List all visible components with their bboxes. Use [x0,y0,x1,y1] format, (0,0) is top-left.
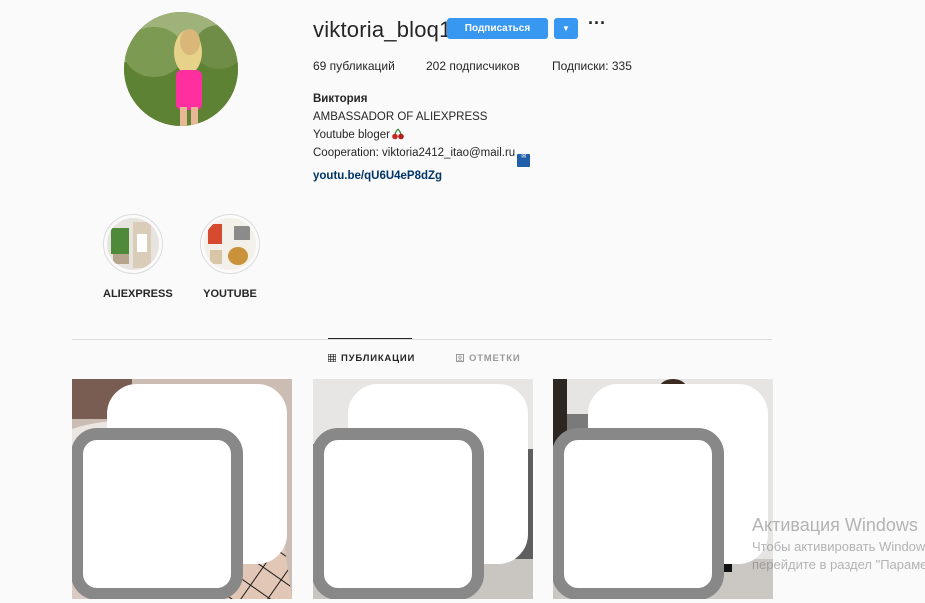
tagged-person-icon [456,354,464,362]
highlight-youtube[interactable]: YOUTUBE [200,214,260,300]
tab-tagged[interactable]: ОТМЕТКИ [456,353,520,364]
tab-tagged-label: ОТМЕТКИ [469,353,521,364]
watermark-line-3: перейдите в раздел "Параметры". [752,557,925,572]
windows-activation-watermark: Активация Windows Чтобы активировать Win… [752,515,925,572]
more-options-button[interactable]: ··· [588,13,606,34]
bio-name: Виктория [313,93,368,105]
bio-line-youtube: Youtube bloger [313,126,530,144]
multiple-photos-icon [553,384,768,599]
post-thumbnail[interactable] [72,379,292,599]
watermark-title: Активация Windows [752,515,918,535]
profile-avatar[interactable] [124,12,238,126]
more-dots-icon: ··· [588,13,606,33]
highlight-cover [103,214,163,274]
highlight-cover [200,214,260,274]
highlight-label: YOUTUBE [203,288,257,300]
highlight-aliexpress[interactable]: ALIEXPRESS [103,214,173,300]
highlight-label: ALIEXPRESS [103,288,173,300]
tab-posts[interactable]: ПУБЛИКАЦИИ [328,353,415,364]
bio-external-link[interactable]: youtu.be/qU6U4eP8dZg [313,167,530,185]
profile-username: viktoria_bloq1 [313,17,452,42]
suggestions-dropdown-button[interactable]: ▼ [554,18,578,39]
followers-count[interactable]: 202 подписчиков [426,59,520,73]
envelope-arrow-emoji-icon: ✉ [517,154,531,167]
bio-line-youtube-text: Youtube bloger [313,129,390,141]
highlight-aliexpress-image [107,218,159,270]
following-count[interactable]: Подписки: 335 [552,59,632,73]
active-tab-indicator [328,338,412,339]
follow-button[interactable]: Подписаться [447,18,548,39]
watermark-line-2: Чтобы активировать Windows, [752,539,925,554]
bio-line-ambassador: AMBASSADOR OF ALIEXPRESS [313,111,488,123]
post-thumbnail[interactable] [313,379,533,599]
multiple-photos-icon [313,384,528,599]
tabs-divider [72,339,772,340]
profile-bio: Виктория AMBASSADOR OF ALIEXPRESS Youtub… [313,90,531,185]
bio-line-cooperation-text: Cooperation: viktoria2412_itao@mail.ru [313,147,516,159]
multiple-photos-icon [72,384,287,599]
grid-icon [328,354,336,362]
posts-count: 69 публикаций [313,59,395,73]
cherry-emoji-icon [392,128,404,140]
bio-line-cooperation: Cooperation: viktoria2412_itao@mail.ru ✉ [313,144,531,167]
tab-posts-label: ПУБЛИКАЦИИ [341,353,416,364]
chevron-down-icon: ▼ [562,24,570,33]
post-thumbnail[interactable] [553,379,773,599]
highlight-youtube-image [204,218,256,270]
